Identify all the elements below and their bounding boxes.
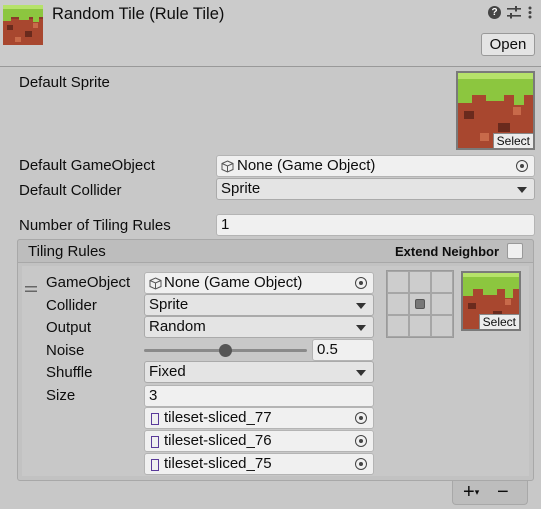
header-divider xyxy=(0,66,541,67)
rule-size-input[interactable]: 3 xyxy=(144,385,374,407)
remove-rule-button[interactable]: − xyxy=(497,481,509,503)
rule-shuffle-value: Fixed xyxy=(149,363,186,380)
rule-collider-value: Sprite xyxy=(149,296,189,313)
object-picker-icon[interactable] xyxy=(355,277,367,289)
plus-icon: + xyxy=(463,481,475,503)
chevron-down-icon xyxy=(356,303,366,309)
sprite-icon xyxy=(151,459,159,471)
rule-tile-asset-icon xyxy=(3,5,43,45)
object-picker-icon[interactable] xyxy=(355,458,367,470)
rule-size-label: Size xyxy=(46,387,76,404)
sprite-icon xyxy=(151,436,159,448)
list-footer: +▾ − xyxy=(452,481,528,505)
sprite-field-2[interactable]: tileset-sliced_76 xyxy=(144,430,374,452)
rule-sprite-select-button[interactable]: Select xyxy=(478,314,519,329)
rule-gameobject-label: GameObject xyxy=(46,274,131,291)
rule-noise-label: Noise xyxy=(46,342,85,359)
chevron-down-icon xyxy=(517,187,527,193)
noise-slider-thumb[interactable] xyxy=(219,344,232,357)
chevron-down-icon xyxy=(356,370,366,376)
add-dropdown-chevron-icon: ▾ xyxy=(474,487,480,497)
grid-cell[interactable] xyxy=(409,271,431,293)
extend-neighbor-label: Extend Neighbor xyxy=(395,244,500,259)
default-sprite-select-button[interactable]: Select xyxy=(492,133,533,148)
default-sprite-label: Default Sprite xyxy=(19,74,110,91)
sprite-icon xyxy=(151,413,159,425)
rule-gameobject-field[interactable]: None (Game Object) xyxy=(144,272,374,294)
default-sprite-field[interactable]: Select xyxy=(456,71,535,150)
sprite-field-2-value: tileset-sliced_76 xyxy=(164,432,272,449)
chevron-down-icon xyxy=(356,325,366,331)
sprite-field-3-value: tileset-sliced_75 xyxy=(164,455,272,472)
noise-value-input[interactable]: 0.5 xyxy=(312,339,374,361)
object-picker-icon[interactable] xyxy=(355,412,367,424)
grid-cell[interactable] xyxy=(387,315,409,337)
default-collider-dropdown[interactable]: Sprite xyxy=(216,178,535,200)
rule-output-dropdown[interactable]: Random xyxy=(144,316,374,338)
object-picker-icon[interactable] xyxy=(355,435,367,447)
grid-cell[interactable] xyxy=(409,315,431,337)
neighbor-rule-grid[interactable] xyxy=(386,270,454,338)
default-gameobject-label: Default GameObject xyxy=(19,157,155,174)
grid-cell[interactable] xyxy=(431,293,453,315)
grid-cell[interactable] xyxy=(387,293,409,315)
add-rule-button[interactable]: +▾ xyxy=(463,481,479,503)
inspector-header: Random Tile (Rule Tile) ? Open xyxy=(0,0,541,66)
settings-sliders-icon[interactable] xyxy=(507,6,521,19)
gameobject-cube-icon xyxy=(221,159,234,176)
rule-shuffle-label: Shuffle xyxy=(46,364,93,381)
sprite-field-1-value: tileset-sliced_77 xyxy=(164,409,272,426)
default-collider-label: Default Collider xyxy=(19,182,122,199)
rule-collider-label: Collider xyxy=(46,297,97,314)
num-tiling-rules-label: Number of Tiling Rules xyxy=(19,217,171,234)
drag-handle-icon[interactable] xyxy=(25,280,37,292)
extend-neighbor-checkbox[interactable] xyxy=(507,243,523,259)
center-square-icon xyxy=(415,299,425,309)
grid-cell[interactable] xyxy=(431,271,453,293)
grid-cell[interactable] xyxy=(387,271,409,293)
open-button[interactable]: Open xyxy=(481,33,535,56)
default-gameobject-value: None (Game Object) xyxy=(237,157,376,174)
inspector-title: Random Tile (Rule Tile) xyxy=(52,5,225,23)
rule-sprite-field[interactable]: Select xyxy=(461,271,521,331)
tiling-rules-header: Tiling Rules Extend Neighbor xyxy=(17,239,534,263)
gameobject-cube-icon xyxy=(149,276,162,293)
rule-output-label: Output xyxy=(46,319,92,336)
rule-output-value: Random xyxy=(149,318,206,335)
more-icon[interactable] xyxy=(527,6,533,19)
noise-slider[interactable] xyxy=(144,341,307,361)
sprite-field-1[interactable]: tileset-sliced_77 xyxy=(144,407,374,429)
help-icon[interactable]: ? xyxy=(488,6,501,19)
tiling-rules-title: Tiling Rules xyxy=(28,243,106,260)
rule-collider-dropdown[interactable]: Sprite xyxy=(144,294,374,316)
rule-gameobject-value: None (Game Object) xyxy=(164,274,303,291)
default-gameobject-field[interactable]: None (Game Object) xyxy=(216,155,535,177)
sprite-field-3[interactable]: tileset-sliced_75 xyxy=(144,453,374,475)
default-collider-value: Sprite xyxy=(221,180,261,197)
object-picker-icon[interactable] xyxy=(516,160,528,172)
num-tiling-rules-input[interactable]: 1 xyxy=(216,214,535,236)
grid-cell[interactable] xyxy=(431,315,453,337)
rule-shuffle-dropdown[interactable]: Fixed xyxy=(144,361,374,383)
grid-cell-center[interactable] xyxy=(409,293,431,315)
